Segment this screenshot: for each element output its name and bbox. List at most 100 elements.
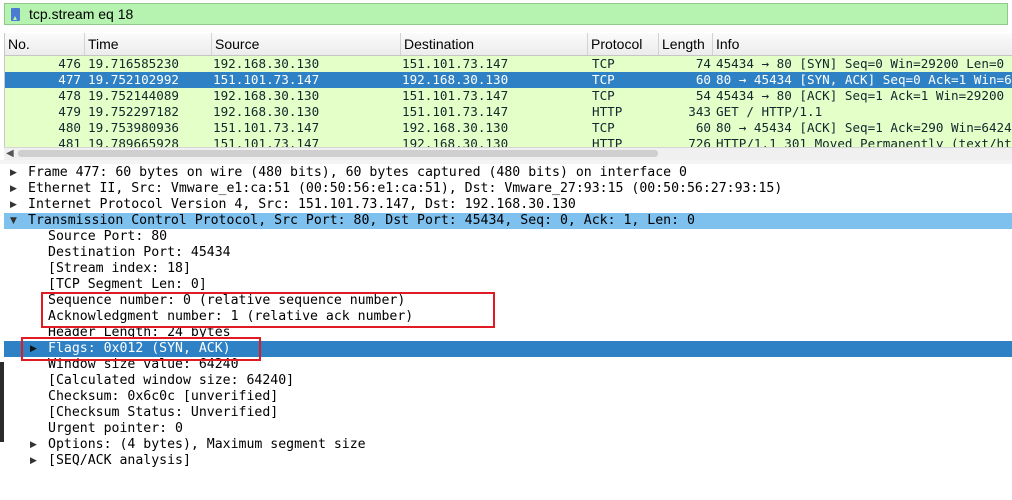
cell-info: 45434 → 80 [SYN] Seq=0 Win=29200 Len=0 xyxy=(716,56,1005,71)
cell-protocol: TCP xyxy=(592,88,615,103)
detail-tree-label: Source Port: 80 xyxy=(48,229,168,244)
cell-protocol: TCP xyxy=(592,120,615,135)
cell-no: 478 xyxy=(58,88,81,103)
expand-arrow-icon[interactable]: ▶ xyxy=(30,453,40,469)
detail-tree-item[interactable]: ▶ Internet Protocol Version 4, Src: 151.1… xyxy=(4,197,1012,213)
cell-destination: 151.101.73.147 xyxy=(402,56,509,71)
column-header-protocol[interactable]: Protocol xyxy=(588,33,659,55)
cell-source: 151.101.73.147 xyxy=(213,136,320,147)
packet-list-horizontal-scrollbar[interactable]: ◀ xyxy=(4,147,1012,161)
cell-info: HTTP/1.1 301 Moved Permanently (text/htm… xyxy=(716,136,1012,147)
detail-tree-item[interactable]: ▼ Transmission Control Protocol, Src Port… xyxy=(4,213,1012,229)
scroll-left-arrow-icon[interactable]: ◀ xyxy=(6,149,14,159)
column-header-length[interactable]: Length xyxy=(659,33,713,55)
cell-length: 54 xyxy=(695,88,711,103)
cell-info: 45434 → 80 [ACK] Seq=1 Ack=1 Win=29200 xyxy=(716,88,1005,103)
bookmark-icon[interactable] xyxy=(11,8,20,21)
cell-destination: 192.168.30.130 xyxy=(402,120,509,135)
detail-tree-label: [Checksum Status: Unverified] xyxy=(48,405,279,420)
packet-list-header: No. Time Source Destination Protocol Len… xyxy=(5,33,1012,56)
detail-tree-label: [Stream index: 18] xyxy=(48,261,191,276)
detail-tree-item[interactable]: [Checksum Status: Unverified] xyxy=(4,405,1012,421)
annotation-box-flags xyxy=(21,337,261,361)
detail-tree-label: Frame 477: 60 bytes on wire (480 bits), … xyxy=(28,165,687,180)
cell-info: 80 → 45434 [SYN, ACK] Seq=0 Ack=1 Win=64… xyxy=(716,72,1012,87)
cell-no: 476 xyxy=(58,56,81,71)
cell-length: 60 xyxy=(695,72,711,87)
column-header-no[interactable]: No. xyxy=(5,33,85,55)
detail-tree-label: Internet Protocol Version 4, Src: 151.10… xyxy=(28,197,576,212)
scrollbar-thumb[interactable] xyxy=(18,150,658,157)
cell-info: GET / HTTP/1.1 xyxy=(716,104,823,119)
packet-list: No. Time Source Destination Protocol Len… xyxy=(4,33,1012,147)
detail-tree-label: Options: (4 bytes), Maximum segment size xyxy=(48,437,366,452)
detail-tree-item[interactable]: [Calculated window size: 64240] xyxy=(4,373,1012,389)
detail-tree-label: Transmission Control Protocol, Src Port:… xyxy=(28,213,695,228)
detail-tree-item[interactable]: ▶ [SEQ/ACK analysis] xyxy=(4,453,1012,469)
packet-row[interactable]: 476 19.716585230 192.168.30.130 151.101.73.… xyxy=(5,56,1012,72)
cell-time: 19.716585230 xyxy=(88,56,179,71)
cell-protocol: HTTP xyxy=(592,104,623,119)
cell-source: 192.168.30.130 xyxy=(213,88,320,103)
cell-time: 19.752102992 xyxy=(88,72,179,87)
detail-tree-item[interactable]: ▶ Ethernet II, Src: Vmware_e1:ca:51 (00:5… xyxy=(4,181,1012,197)
detail-tree-label: [SEQ/ACK analysis] xyxy=(48,453,191,468)
detail-tree-item[interactable]: Source Port: 80 xyxy=(4,229,1012,245)
cell-source: 192.168.30.130 xyxy=(213,104,320,119)
cell-destination: 151.101.73.147 xyxy=(402,88,509,103)
cell-protocol: HTTP xyxy=(592,136,623,147)
expand-arrow-icon[interactable]: ▶ xyxy=(10,165,20,181)
packet-row[interactable]: 477 19.752102992 151.101.73.147 192.168.30.… xyxy=(5,72,1012,88)
cell-destination: 151.101.73.147 xyxy=(402,104,509,119)
cell-time: 19.752144089 xyxy=(88,88,179,103)
detail-tree-label: [TCP Segment Len: 0] xyxy=(48,277,207,292)
cell-source: 151.101.73.147 xyxy=(213,120,320,135)
expand-arrow-icon[interactable]: ▶ xyxy=(30,437,40,453)
expand-arrow-icon[interactable]: ▶ xyxy=(10,181,20,197)
cell-length: 726 xyxy=(688,136,711,147)
column-header-info[interactable]: Info xyxy=(713,33,1012,55)
packet-row[interactable]: 479 19.752297182 192.168.30.130 151.101.73.… xyxy=(5,104,1012,120)
annotation-box-seq-ack xyxy=(41,292,495,328)
detail-tree-label: Urgent pointer: 0 xyxy=(48,421,183,436)
detail-tree-label: Ethernet II, Src: Vmware_e1:ca:51 (00:50… xyxy=(28,181,783,196)
detail-tree-label: Checksum: 0x6c0c [unverified] xyxy=(48,389,279,404)
cell-time: 19.789665928 xyxy=(88,136,179,147)
collapse-arrow-icon[interactable]: ▼ xyxy=(10,213,20,229)
column-header-source[interactable]: Source xyxy=(212,33,401,55)
detail-tree-item[interactable]: ▶ Frame 477: 60 bytes on wire (480 bits),… xyxy=(4,165,1012,181)
detail-tree-item[interactable]: Destination Port: 45434 xyxy=(4,245,1012,261)
expand-arrow-icon[interactable]: ▶ xyxy=(10,197,20,213)
cell-protocol: TCP xyxy=(592,72,615,87)
detail-tree-label: [Calculated window size: 64240] xyxy=(48,373,295,388)
packet-row[interactable]: 481 19.789665928 151.101.73.147 192.168.30.… xyxy=(5,136,1012,147)
detail-tree-item[interactable]: Checksum: 0x6c0c [unverified] xyxy=(4,389,1012,405)
cell-destination: 192.168.30.130 xyxy=(402,136,509,147)
column-header-time[interactable]: Time xyxy=(85,33,212,55)
cell-no: 481 xyxy=(58,136,81,147)
detail-tree-item[interactable]: [Stream index: 18] xyxy=(4,261,1012,277)
cell-destination: 192.168.30.130 xyxy=(402,72,509,87)
cell-info: 80 → 45434 [ACK] Seq=1 Ack=290 Win=64240 xyxy=(716,120,1012,135)
cell-source: 192.168.30.130 xyxy=(213,56,320,71)
cell-length: 60 xyxy=(695,120,711,135)
detail-tree-item[interactable]: ▶ Options: (4 bytes), Maximum segment siz… xyxy=(4,437,1012,453)
cell-length: 74 xyxy=(695,56,711,71)
packet-row[interactable]: 480 19.753980936 151.101.73.147 192.168.30.… xyxy=(5,120,1012,136)
cell-source: 151.101.73.147 xyxy=(213,72,320,87)
detail-tree-item[interactable]: [TCP Segment Len: 0] xyxy=(4,277,1012,293)
packet-details-tree: ▶ Frame 477: 60 bytes on wire (480 bits),… xyxy=(4,165,1012,475)
cell-protocol: TCP xyxy=(592,56,615,71)
column-header-destination[interactable]: Destination xyxy=(401,33,588,55)
display-filter-input[interactable] xyxy=(29,5,989,23)
cell-length: 343 xyxy=(688,104,711,119)
cell-no: 479 xyxy=(58,104,81,119)
cell-no: 477 xyxy=(58,72,81,87)
cell-time: 19.752297182 xyxy=(88,104,179,119)
display-filter-bar[interactable] xyxy=(4,3,1008,25)
packet-row[interactable]: 478 19.752144089 192.168.30.130 151.101.73.… xyxy=(5,88,1012,104)
pane-splitter[interactable] xyxy=(0,160,1012,164)
detail-tree-label: Destination Port: 45434 xyxy=(48,245,231,260)
cell-no: 480 xyxy=(58,120,81,135)
detail-tree-item[interactable]: Urgent pointer: 0 xyxy=(4,421,1012,437)
